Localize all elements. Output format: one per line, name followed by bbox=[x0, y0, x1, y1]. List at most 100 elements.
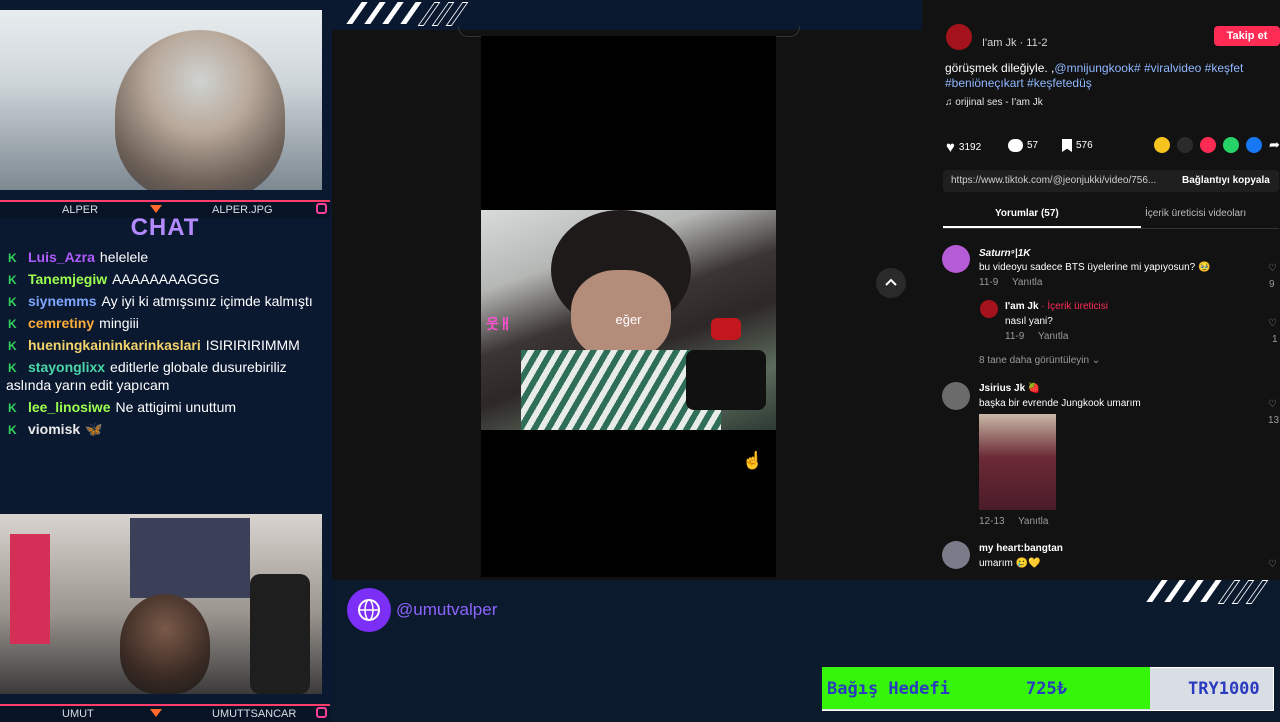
commenter-avatar[interactable] bbox=[942, 382, 970, 410]
streamer-silhouette bbox=[115, 30, 285, 190]
donation-label: Bağış Hedefi bbox=[827, 679, 950, 699]
follow-button[interactable]: Takip et bbox=[1214, 26, 1280, 46]
kick-icon: K bbox=[8, 273, 17, 287]
streamer-silhouette bbox=[120, 594, 210, 694]
commenter-avatar[interactable] bbox=[942, 541, 970, 569]
heart-icon: ♥ bbox=[946, 139, 955, 156]
chat-user: hueningkaininkarinkaslari bbox=[28, 337, 201, 353]
previous-video-button[interactable] bbox=[876, 268, 906, 298]
share-icons: ➦ bbox=[1154, 137, 1280, 153]
like-action[interactable]: ♥ 3192 bbox=[946, 139, 981, 156]
chat-user: cemretiny bbox=[28, 315, 95, 331]
chat-message: Khueningkaininkarinkaslari ISIRIRIRIMMM bbox=[0, 336, 330, 354]
webcam-bottom bbox=[0, 514, 322, 694]
chat-user: Tanemjegiw bbox=[28, 271, 108, 287]
save-action[interactable]: 576 bbox=[1062, 139, 1093, 152]
chat-text: ISIRIRIRIMMM bbox=[205, 337, 300, 353]
reply-avatar[interactable] bbox=[980, 300, 998, 318]
comment-count: 57 bbox=[1027, 140, 1039, 151]
chat-message: Kviomisk 🦋 bbox=[0, 420, 330, 438]
webcam-top bbox=[0, 10, 322, 190]
comment-image[interactable] bbox=[979, 414, 1056, 510]
chat-user: siynemms bbox=[28, 293, 97, 309]
chat-user: stayonglixx bbox=[28, 359, 106, 375]
send-icon[interactable] bbox=[1200, 137, 1216, 153]
chat-user: lee_linosiwe bbox=[28, 399, 111, 415]
chat-message: Kcemretiny mingiii bbox=[0, 314, 330, 332]
comment-like-icon[interactable]: ♡ bbox=[1268, 318, 1277, 329]
author-meta: I'am Jk · 11-2 bbox=[982, 37, 1048, 49]
chat-text: mingiii bbox=[99, 315, 139, 331]
reply-reply-button[interactable]: Yanıtla bbox=[1038, 331, 1068, 342]
reply-user-row: I'am Jk · İçerik üreticisi bbox=[1005, 301, 1108, 312]
decor-stripes-bottom bbox=[1144, 580, 1274, 604]
video-url[interactable]: https://www.tiktok.com/@jeonjukki/video/… bbox=[951, 175, 1176, 186]
repost-icon[interactable] bbox=[1154, 137, 1170, 153]
reply-button[interactable]: Yanıtla bbox=[1012, 277, 1042, 288]
chevron-up-icon bbox=[885, 278, 897, 286]
sound-row[interactable]: ♫ orijinal ses - I'am Jk bbox=[945, 97, 1043, 108]
embed-icon[interactable] bbox=[1177, 137, 1193, 153]
view-more-replies[interactable]: 8 tane daha görüntüleyin ⌄ bbox=[979, 355, 1100, 366]
kick-icon: K bbox=[8, 401, 17, 415]
chat-title: CHAT bbox=[130, 214, 200, 241]
chat-message: Ksiynemms Ay iyi ki atmışsınız içimde kal… bbox=[0, 292, 330, 310]
kick-icon: K bbox=[8, 295, 17, 309]
author-avatar[interactable] bbox=[946, 24, 972, 50]
chevron-down-icon: ⌄ bbox=[1091, 355, 1101, 366]
comment-user[interactable]: my heart:bangtan bbox=[979, 543, 1063, 554]
reply-button[interactable]: Yanıtla bbox=[1018, 516, 1048, 527]
comment-like-icon[interactable]: ♡ bbox=[1268, 263, 1277, 274]
comment-user[interactable]: Saturn⁹|1K bbox=[979, 248, 1031, 259]
bottom-cam-left-name: UMUT bbox=[62, 708, 94, 720]
chat-message: Kstayonglixx editlerle globale dusurebiri… bbox=[0, 358, 330, 394]
microphone bbox=[10, 534, 50, 644]
chat-text: 🦋 bbox=[85, 421, 103, 437]
chat-text: Ne attigimi unuttum bbox=[115, 399, 237, 415]
whatsapp-icon[interactable] bbox=[1223, 137, 1239, 153]
tab-creator-videos[interactable]: İçerik üreticisi videoları bbox=[1145, 208, 1246, 219]
comment-text: umarım 🥲💛 bbox=[979, 558, 1041, 569]
chat-box: K Luis_Azra helelele K Tanemjegiw AAAAAAAAGG… bbox=[0, 248, 330, 442]
comment-text: başka bir evrende Jungkook umarım bbox=[979, 398, 1141, 409]
instagram-icon bbox=[316, 203, 327, 214]
kick-icon: K bbox=[8, 361, 17, 375]
comment-like-count: 1 bbox=[1272, 334, 1278, 345]
gaming-chair bbox=[250, 574, 310, 694]
decor-stripes-top bbox=[344, 2, 474, 26]
kick-icon: K bbox=[8, 251, 17, 265]
comment-like-icon[interactable]: ♡ bbox=[1268, 559, 1277, 570]
commenter-avatar[interactable] bbox=[942, 245, 970, 273]
video-caption: eğer bbox=[615, 312, 642, 327]
chat-message: K Luis_Azra helelele bbox=[0, 248, 330, 266]
bottom-cam-right-name: UMUTTSANCAR bbox=[212, 708, 297, 720]
chat-text: AAAAAAAAGGG bbox=[112, 271, 220, 287]
comment-like-count: 13 bbox=[1268, 415, 1280, 426]
chat-user: viomisk bbox=[28, 421, 81, 437]
mouse-cursor-icon: ☝ bbox=[742, 451, 764, 470]
kick-icon: K bbox=[8, 317, 17, 331]
kick-icon: K bbox=[8, 423, 17, 437]
reply-text: nasıl yani? bbox=[1005, 316, 1053, 327]
bookmark-icon bbox=[1062, 139, 1072, 152]
copy-link-button[interactable]: Bağlantıyı kopyala bbox=[1182, 175, 1270, 186]
tab-divider bbox=[943, 228, 1279, 229]
share-arrow-icon[interactable]: ➦ bbox=[1269, 137, 1280, 153]
comment-user[interactable]: Jsirius Jk 🍓 bbox=[979, 383, 1040, 394]
chat-message: Klee_linosiwe Ne attigimi unuttum bbox=[0, 398, 330, 416]
chat-text: helelele bbox=[99, 249, 149, 265]
comment-action[interactable]: 57 bbox=[1008, 139, 1038, 152]
tab-comments[interactable]: Yorumlar (57) bbox=[995, 208, 1059, 219]
reply-user[interactable]: I'am Jk bbox=[1005, 301, 1039, 312]
kick-icon: K bbox=[8, 339, 17, 353]
bottom-cam-nameplate: UMUT UMUTTSANCAR bbox=[0, 704, 330, 722]
facebook-icon[interactable] bbox=[1246, 137, 1262, 153]
video-camera bbox=[686, 350, 766, 410]
nameplate-arrow-icon bbox=[150, 205, 162, 213]
comment-date: 11-9 bbox=[979, 277, 999, 288]
streamer-handle: @umutvalper bbox=[396, 600, 498, 619]
comment-like-count: 9 bbox=[1269, 279, 1275, 290]
comment-like-icon[interactable]: ♡ bbox=[1268, 399, 1277, 410]
music-note-icon: ♫ bbox=[945, 97, 953, 108]
comment-icon bbox=[1008, 139, 1023, 152]
